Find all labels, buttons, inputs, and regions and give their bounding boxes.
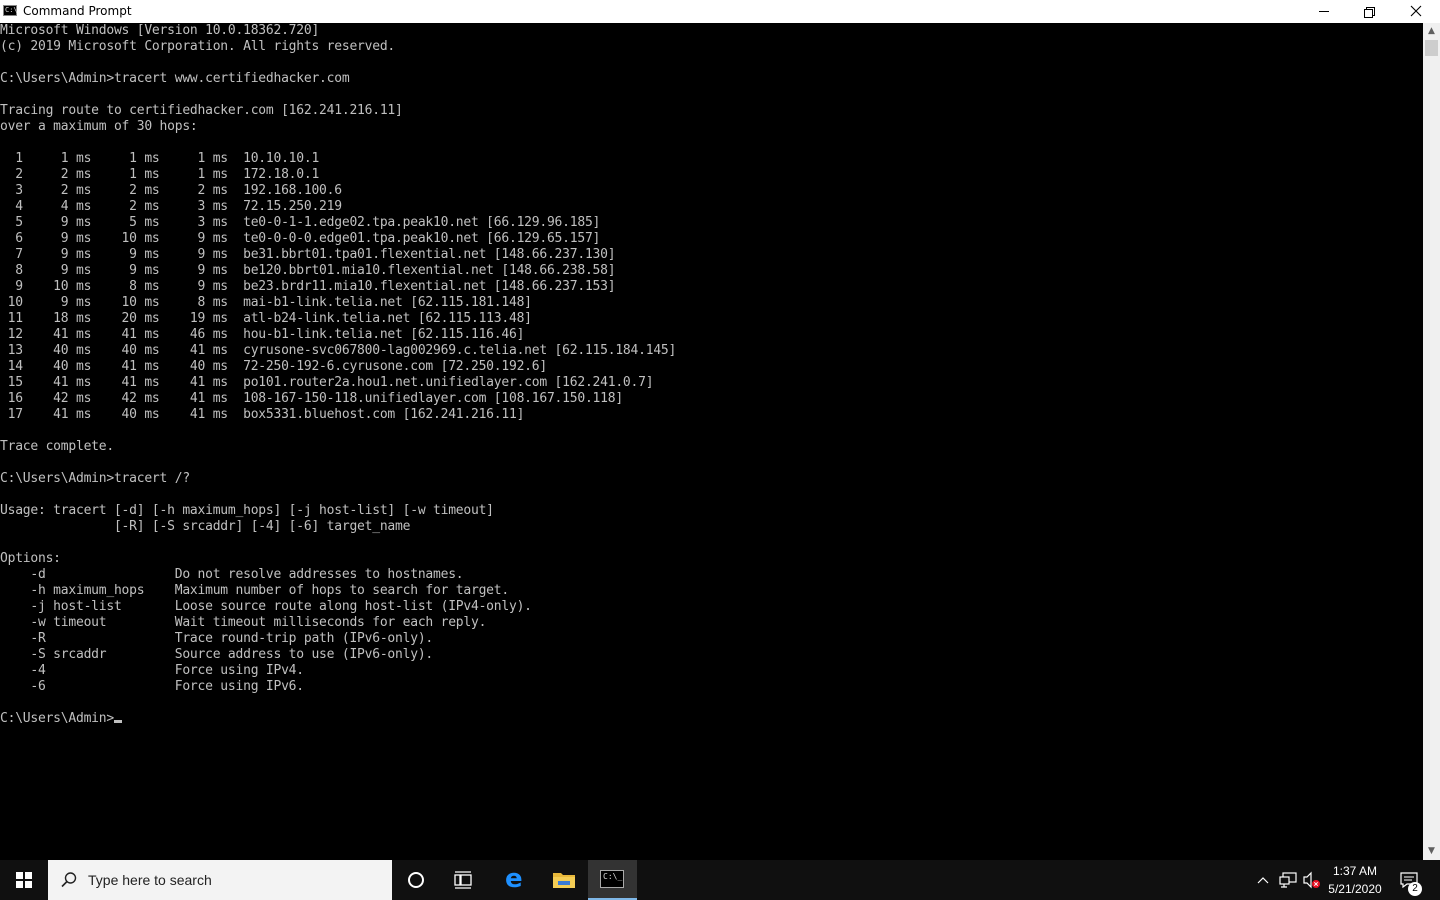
console-line: 9 10 ms 8 ms 9 ms be23.brdr11.mia10.flex…: [0, 279, 616, 294]
command-prompt-icon[interactable]: C:\: [3, 5, 18, 16]
console-line: (c) 2019 Microsoft Corporation. All righ…: [0, 39, 396, 54]
taskbar-search-box[interactable]: Type here to search: [48, 860, 392, 900]
console-line: -6 Force using IPv6.: [0, 679, 304, 694]
command-prompt-taskbar-button[interactable]: C:\_: [588, 860, 637, 900]
console-line: -h maximum_hops Maximum number of hops t…: [0, 583, 509, 598]
console-line: -4 Force using IPv4.: [0, 663, 304, 678]
volume-button[interactable]: [1301, 860, 1323, 900]
console-line: -S srcaddr Source address to use (IPv6-o…: [0, 647, 434, 662]
folder-icon: [553, 873, 575, 888]
taskbar: Type here to search e C:\_ 1:37 AM 5/21/…: [0, 860, 1440, 900]
console-line: 8 9 ms 9 ms 9 ms be120.bbrt01.mia10.flex…: [0, 263, 616, 278]
console-line: Usage: tracert [-d] [-h maximum_hops] [-…: [0, 503, 494, 518]
icon-label: C:\: [5, 6, 18, 14]
system-clock[interactable]: 1:37 AM 5/21/2020: [1326, 862, 1384, 898]
console-line: Trace complete.: [0, 439, 114, 454]
notification-count-badge: 2: [1408, 882, 1422, 896]
console-line: 7 9 ms 9 ms 9 ms be31.bbrt01.tpa01.flexe…: [0, 247, 616, 262]
console-line: 10 9 ms 10 ms 8 ms mai-b1-link.telia.net…: [0, 295, 532, 310]
cortana-icon: [408, 872, 424, 888]
console-line: Microsoft Windows [Version 10.0.18362.72…: [0, 23, 320, 38]
windows-logo-icon: [16, 872, 32, 888]
close-icon: [1410, 5, 1422, 17]
console-line: [-R] [-S srcaddr] [-4] [-6] target_name: [0, 519, 411, 534]
console-line: 14 40 ms 41 ms 40 ms 72-250-192-6.cyruso…: [0, 359, 548, 374]
scroll-up-arrow-icon[interactable]: ▲: [1423, 23, 1440, 40]
command-prompt-taskbar-icon: C:\_: [600, 870, 624, 888]
search-placeholder: Type here to search: [88, 872, 212, 888]
console-line: 1 1 ms 1 ms 1 ms 10.10.10.1: [0, 151, 320, 166]
console-area[interactable]: Microsoft Windows [Version 10.0.18362.72…: [0, 23, 1423, 860]
edge-browser-button[interactable]: e: [491, 860, 539, 900]
network-icon: [1279, 872, 1297, 888]
cortana-button[interactable]: [392, 860, 440, 900]
clock-time: 1:37 AM: [1332, 864, 1378, 878]
text-cursor: [113, 720, 122, 723]
console-line: 4 4 ms 2 ms 3 ms 72.15.250.219: [0, 199, 342, 214]
window-title: Command Prompt: [23, 4, 132, 18]
console-lines: Microsoft Windows [Version 10.0.18362.72…: [0, 23, 676, 694]
console-line: C:\Users\Admin>tracert www.certifiedhack…: [0, 71, 350, 86]
scrollbar-thumb[interactable]: [1425, 40, 1438, 56]
console-line: C:\Users\Admin>tracert /?: [0, 471, 190, 486]
scroll-down-arrow-icon[interactable]: ▼: [1423, 843, 1440, 860]
console-line: -w timeout Wait timeout milliseconds for…: [0, 615, 487, 630]
console-line: 12 41 ms 41 ms 46 ms hou-b1-link.telia.n…: [0, 327, 525, 342]
console-line: 16 42 ms 42 ms 41 ms 108-167-150-118.uni…: [0, 391, 624, 406]
minimize-button[interactable]: [1301, 0, 1347, 23]
file-explorer-button[interactable]: [540, 860, 588, 900]
console-line: 13 40 ms 40 ms 41 ms cyrusone-svc067800-…: [0, 343, 677, 358]
volume-muted-icon: [1303, 871, 1320, 889]
console-line: over a maximum of 30 hops:: [0, 119, 198, 134]
console-line: 2 2 ms 1 ms 1 ms 172.18.0.1: [0, 167, 320, 182]
chevron-up-icon: [1257, 877, 1269, 884]
start-button[interactable]: [0, 860, 48, 900]
console-prompt: C:\Users\Admin>: [0, 711, 114, 726]
task-view-button[interactable]: [440, 860, 488, 900]
network-button[interactable]: [1277, 860, 1299, 900]
search-icon: [61, 872, 77, 888]
restore-button[interactable]: [1347, 0, 1393, 23]
console-line: -d Do not resolve addresses to hostnames…: [0, 567, 464, 582]
console-line: 3 2 ms 2 ms 2 ms 192.168.100.6: [0, 183, 342, 198]
edge-icon: e: [505, 864, 523, 894]
close-button[interactable]: [1393, 0, 1439, 23]
console-line: Options:: [0, 551, 61, 566]
console-line: Tracing route to certifiedhacker.com [16…: [0, 103, 403, 118]
console-line: 15 41 ms 41 ms 41 ms po101.router2a.hou1…: [0, 375, 654, 390]
vertical-scrollbar[interactable]: ▲ ▼: [1423, 23, 1440, 860]
console-line: -j host-list Loose source route along ho…: [0, 599, 532, 614]
console-output: Microsoft Windows [Version 10.0.18362.72…: [0, 23, 1423, 727]
console-line: 11 18 ms 20 ms 19 ms atl-b24-link.telia.…: [0, 311, 532, 326]
show-hidden-icons-button[interactable]: [1254, 860, 1272, 900]
console-line: -R Trace round-trip path (IPv6-only).: [0, 631, 434, 646]
console-line: 17 41 ms 40 ms 41 ms box5331.bluehost.co…: [0, 407, 525, 422]
action-center-button[interactable]: 2: [1394, 860, 1434, 900]
console-line: 6 9 ms 10 ms 9 ms te0-0-0-0.edge01.tpa.p…: [0, 231, 601, 246]
title-bar: C:\ Command Prompt: [0, 0, 1440, 23]
clock-date: 5/21/2020: [1328, 882, 1382, 896]
restore-icon-back: [1364, 9, 1373, 18]
console-line: 5 9 ms 5 ms 3 ms te0-0-1-1.edge02.tpa.pe…: [0, 215, 601, 230]
task-view-icon: [454, 871, 472, 889]
